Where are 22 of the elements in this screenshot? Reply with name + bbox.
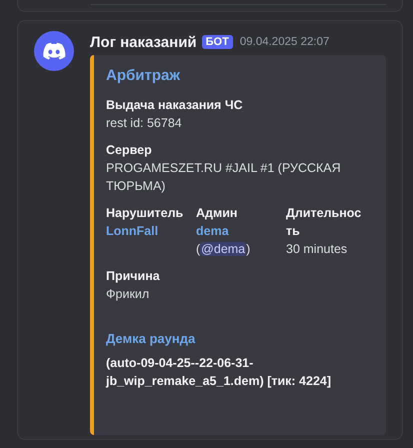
paren-text: ) [246,242,250,256]
demo-link[interactable]: Демка раунда [106,331,372,346]
user-mention[interactable]: @dema [200,242,246,256]
field-name: Выдача наказания ЧС [106,97,244,114]
author-name[interactable]: Лог наказаний [90,34,197,50]
user-link[interactable]: LonnFall [106,222,196,240]
bot-badge: БОТ [202,35,233,49]
field-name: Длительность [286,205,362,240]
embed-title[interactable]: Арбитраж [106,67,372,84]
user-link[interactable]: dema [196,222,286,240]
field-value: PROGAMESZET.RU #JAIL #1 (РУССКАЯ ТЮРЬМА) [106,160,342,195]
field-value: Фрикил [106,286,150,303]
field-name: Причина [106,268,161,285]
demo-filename: (auto-09-04-25--22-06-31-jb_wip_remake_a5_1.dem) [тик: 4224] [106,355,332,390]
field-value: rest id: 56784 [106,115,183,132]
field-value: 30 minutes [286,241,348,258]
field-name: Админ [196,205,238,222]
paren-text: ( [196,242,200,256]
timestamp: 09.04.2025 22:07 [240,36,330,48]
field-name: Нарушитель [106,205,184,222]
discord-logo-icon [34,31,74,71]
field-name: Сервер [106,142,153,159]
